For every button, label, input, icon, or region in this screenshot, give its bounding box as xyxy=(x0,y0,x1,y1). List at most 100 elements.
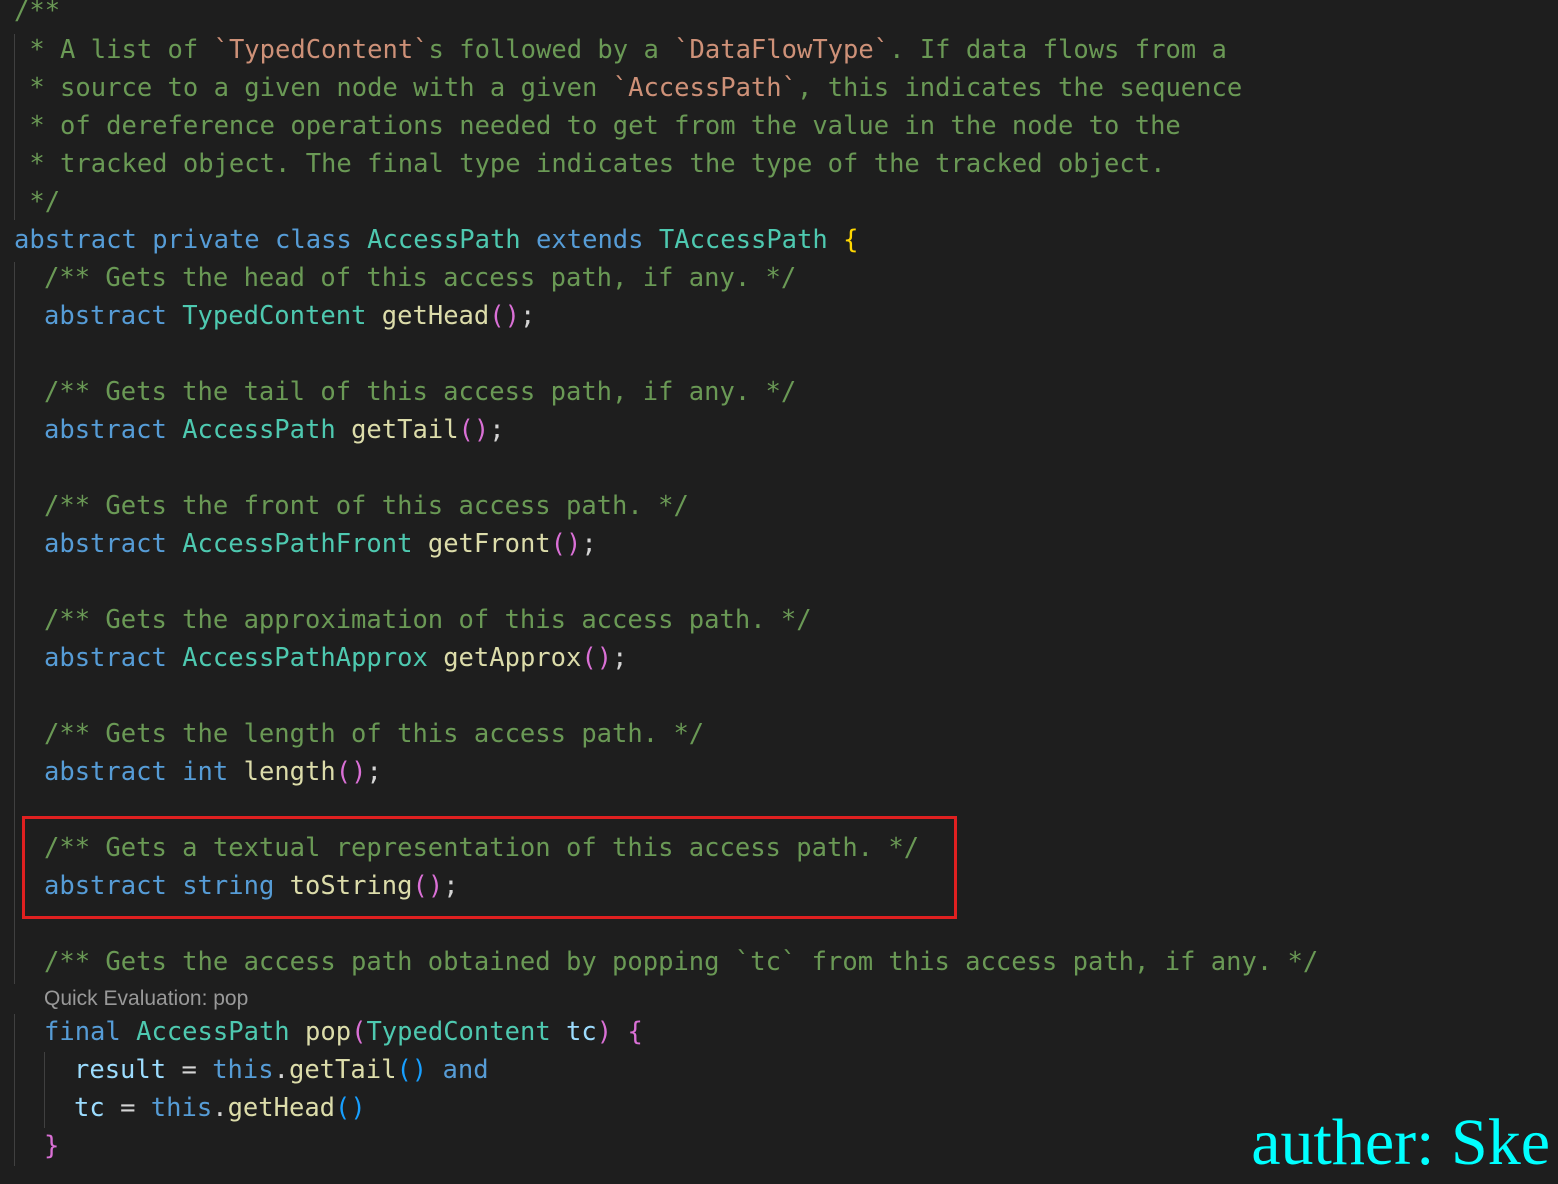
base-class-name: TAccessPath xyxy=(658,225,828,255)
code-editor[interactable]: /** * A list of `TypedContent`s followed… xyxy=(0,0,1558,1184)
member-decl-pop: final AccessPath pop(TypedContent tc) { xyxy=(44,1013,643,1051)
member-decl-getapprox: abstract AccessPathApprox getApprox(); xyxy=(44,639,627,677)
member-decl-gettail: abstract AccessPath getTail(); xyxy=(44,411,505,449)
doc-comment-line-5: * tracked object. The final type indicat… xyxy=(14,145,1165,183)
comment-text: /** Gets the head of this access path, i… xyxy=(44,263,797,293)
comment-text: s followed by a xyxy=(428,35,675,65)
parens: () xyxy=(581,643,613,673)
doc-comment-line-6: */ xyxy=(14,183,60,221)
member-comment-getapprox: /** Gets the approximation of this acces… xyxy=(44,601,812,639)
member-decl-getfront: abstract AccessPathFront getFront(); xyxy=(44,525,597,563)
keyword-this: this xyxy=(150,1093,213,1123)
keyword-abstract: abstract xyxy=(14,225,137,255)
comment-text: /** Gets the length of this access path.… xyxy=(44,719,705,749)
comment-text: /** Gets the access path obtained by pop… xyxy=(44,947,735,977)
member-comment-gethead: /** Gets the head of this access path, i… xyxy=(44,259,796,297)
parens: () xyxy=(396,1055,428,1085)
parens: () xyxy=(550,529,582,559)
parens: () xyxy=(335,757,367,787)
comment-text: * of dereference operations needed to ge… xyxy=(14,111,1181,141)
quick-evaluation-codelens[interactable]: Quick Evaluation: pop xyxy=(44,984,248,1014)
variable-tc: tc xyxy=(74,1093,105,1123)
highlight-box xyxy=(22,816,957,919)
keyword-class: class xyxy=(275,225,352,255)
close-paren: ) xyxy=(596,1017,613,1047)
comment-text: * A list of xyxy=(14,35,214,65)
comment-text: /** Gets the tail of this access path, i… xyxy=(44,377,797,407)
semicolon: ; xyxy=(519,301,536,331)
doc-comment-line-1: /** xyxy=(14,0,60,30)
keyword-and: and xyxy=(442,1055,489,1085)
open-paren: ( xyxy=(351,1017,367,1047)
pop-close-brace-line: } xyxy=(44,1127,59,1165)
comment-code-span: `AccessPath` xyxy=(612,73,797,103)
member-decl-length: abstract int length(); xyxy=(44,753,382,791)
keyword-final: final xyxy=(44,1017,121,1047)
comment-code-span: `DataFlowType` xyxy=(674,35,890,65)
equals-operator: = xyxy=(166,1055,213,1085)
method-call: getTail xyxy=(288,1055,397,1085)
comment-text: /** Gets the front of this access path. … xyxy=(44,491,689,521)
method-open-brace: { xyxy=(627,1017,643,1047)
dot-operator: . xyxy=(212,1093,228,1123)
comment-text: * source to a given node with a given xyxy=(14,73,613,103)
pop-body-line-1: result = this.getTail() and xyxy=(74,1051,489,1089)
comment-text: /** xyxy=(14,0,61,26)
keyword-private: private xyxy=(152,225,260,255)
member-comment-gettail: /** Gets the tail of this access path, i… xyxy=(44,373,796,411)
keyword-this: this xyxy=(212,1055,274,1085)
comment-code-span: `tc` xyxy=(734,947,797,977)
keyword-abstract: abstract xyxy=(44,643,167,673)
method-name: getHead xyxy=(381,301,490,331)
method-close-brace: } xyxy=(44,1131,60,1161)
parens: () xyxy=(489,301,520,331)
return-type: AccessPathApprox xyxy=(182,643,428,673)
member-comment-getfront: /** Gets the front of this access path. … xyxy=(44,487,689,525)
keyword-extends: extends xyxy=(536,225,644,255)
doc-comment-line-2: * A list of `TypedContent`s followed by … xyxy=(14,31,1227,69)
member-comment-pop: /** Gets the access path obtained by pop… xyxy=(44,943,1318,981)
return-type: AccessPath xyxy=(182,415,336,445)
dot-operator: . xyxy=(273,1055,289,1085)
method-name: length xyxy=(243,757,336,787)
semicolon: ; xyxy=(366,757,382,787)
semicolon: ; xyxy=(581,529,597,559)
comment-text: , this indicates the sequence xyxy=(796,73,1243,103)
comment-text: /** Gets the approximation of this acces… xyxy=(44,605,812,635)
member-comment-length: /** Gets the length of this access path.… xyxy=(44,715,704,753)
return-type: int xyxy=(182,757,229,787)
member-decl-gethead: abstract TypedContent getHead(); xyxy=(44,297,535,335)
class-declaration: abstract private class AccessPath extend… xyxy=(14,221,858,259)
parens: () xyxy=(335,1093,366,1123)
comment-text: */ xyxy=(14,187,61,217)
method-call: getHead xyxy=(227,1093,336,1123)
class-open-brace: { xyxy=(843,225,859,255)
indent-guide-pop-body xyxy=(44,1052,45,1128)
keyword-abstract: abstract xyxy=(44,757,167,787)
return-type: AccessPath xyxy=(136,1017,290,1047)
class-name: AccessPath xyxy=(367,225,521,255)
param-type: TypedContent xyxy=(366,1017,551,1047)
pop-body-line-2: tc = this.getHead() xyxy=(74,1089,366,1127)
method-name: pop xyxy=(305,1017,352,1047)
return-type: AccessPathFront xyxy=(182,529,413,559)
method-name: getApprox xyxy=(443,643,582,673)
keyword-abstract: abstract xyxy=(44,415,167,445)
doc-comment-line-4: * of dereference operations needed to ge… xyxy=(14,107,1181,145)
param-name: tc xyxy=(566,1017,597,1047)
semicolon: ; xyxy=(489,415,505,445)
author-watermark: auther: Ske xyxy=(1251,1106,1550,1179)
variable-result: result xyxy=(74,1055,167,1085)
comment-code-span: `TypedContent` xyxy=(213,35,429,65)
parens: () xyxy=(458,415,490,445)
keyword-abstract: abstract xyxy=(44,301,167,331)
return-type: TypedContent xyxy=(182,301,367,331)
comment-text: * tracked object. The final type indicat… xyxy=(14,149,1166,179)
equals-operator: = xyxy=(104,1093,151,1123)
doc-comment-line-3: * source to a given node with a given `A… xyxy=(14,69,1242,107)
method-name: getTail xyxy=(351,415,459,445)
comment-text: . If data flows from a xyxy=(889,35,1227,65)
semicolon: ; xyxy=(612,643,628,673)
keyword-abstract: abstract xyxy=(44,529,167,559)
comment-text: from this access path, if any. */ xyxy=(796,947,1319,977)
